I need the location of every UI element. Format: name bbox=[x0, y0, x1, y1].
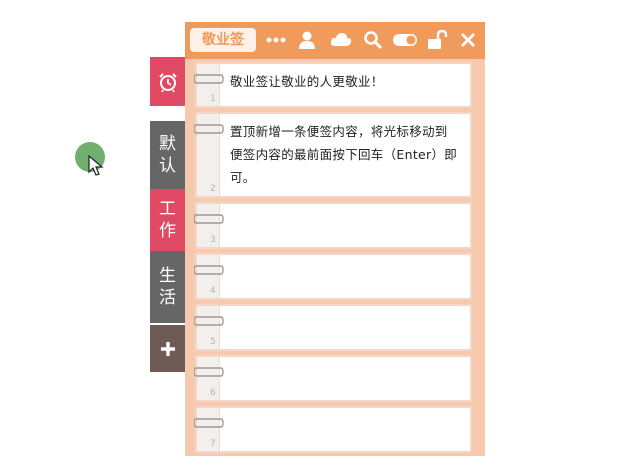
search-icon[interactable] bbox=[362, 29, 384, 51]
plus-icon bbox=[160, 341, 175, 356]
binder-clip-icon bbox=[194, 214, 224, 224]
note-item[interactable]: 6 bbox=[194, 355, 472, 402]
note-text[interactable]: 置顶新增一条便签内容，将光标移动到便签内容的最前面按下回车（Enter）即可。 bbox=[230, 120, 460, 189]
note-number: 3 bbox=[210, 235, 216, 245]
note-number: 4 bbox=[210, 286, 216, 296]
toggle-icon[interactable] bbox=[392, 29, 418, 51]
mouse-cursor-icon bbox=[88, 155, 104, 176]
user-icon[interactable] bbox=[296, 29, 318, 51]
notes-window: 敬业签 1 敬业签让敬业的人更敬业！ 2 置顶新增一条便签内容，将光标移动到便签… bbox=[185, 22, 485, 456]
binder-clip-icon bbox=[194, 265, 224, 275]
tab-work[interactable]: 工作 bbox=[150, 189, 185, 251]
note-item[interactable]: 1 敬业签让敬业的人更敬业！ bbox=[194, 62, 472, 108]
note-item[interactable]: 5 bbox=[194, 304, 472, 351]
note-number: 1 bbox=[210, 94, 216, 104]
binder-clip-icon bbox=[194, 418, 224, 428]
tab-add[interactable] bbox=[150, 325, 185, 372]
binder-clip-icon bbox=[194, 316, 224, 326]
lock-icon[interactable] bbox=[426, 29, 448, 51]
note-number: 5 bbox=[210, 337, 216, 347]
note-number: 7 bbox=[210, 439, 216, 449]
brand-button[interactable]: 敬业签 bbox=[190, 28, 256, 52]
binder-clip-icon bbox=[194, 74, 224, 84]
note-text[interactable]: 敬业签让敬业的人更敬业！ bbox=[230, 70, 460, 93]
binder-clip-icon bbox=[194, 124, 224, 134]
note-item[interactable]: 3 bbox=[194, 202, 472, 249]
tab-default[interactable]: 默认 bbox=[150, 121, 185, 189]
cloud-icon[interactable] bbox=[329, 29, 352, 51]
note-number: 6 bbox=[210, 388, 216, 398]
toolbar: 敬业签 bbox=[185, 22, 485, 59]
more-icon[interactable] bbox=[265, 29, 287, 51]
tab-work-label: 工作 bbox=[159, 199, 176, 241]
alarm-clock-icon bbox=[158, 72, 177, 92]
tab-life-label: 生活 bbox=[159, 266, 176, 308]
note-item[interactable]: 4 bbox=[194, 253, 472, 300]
note-item[interactable]: 2 置顶新增一条便签内容，将光标移动到便签内容的最前面按下回车（Enter）即可… bbox=[194, 112, 472, 198]
note-item[interactable]: 7 bbox=[194, 406, 472, 453]
tab-life[interactable]: 生活 bbox=[150, 251, 185, 323]
binder-clip-icon bbox=[194, 367, 224, 377]
tab-reminder[interactable] bbox=[150, 57, 185, 106]
close-icon[interactable] bbox=[457, 29, 479, 51]
tab-default-label: 默认 bbox=[159, 134, 176, 176]
note-number: 2 bbox=[210, 184, 216, 194]
